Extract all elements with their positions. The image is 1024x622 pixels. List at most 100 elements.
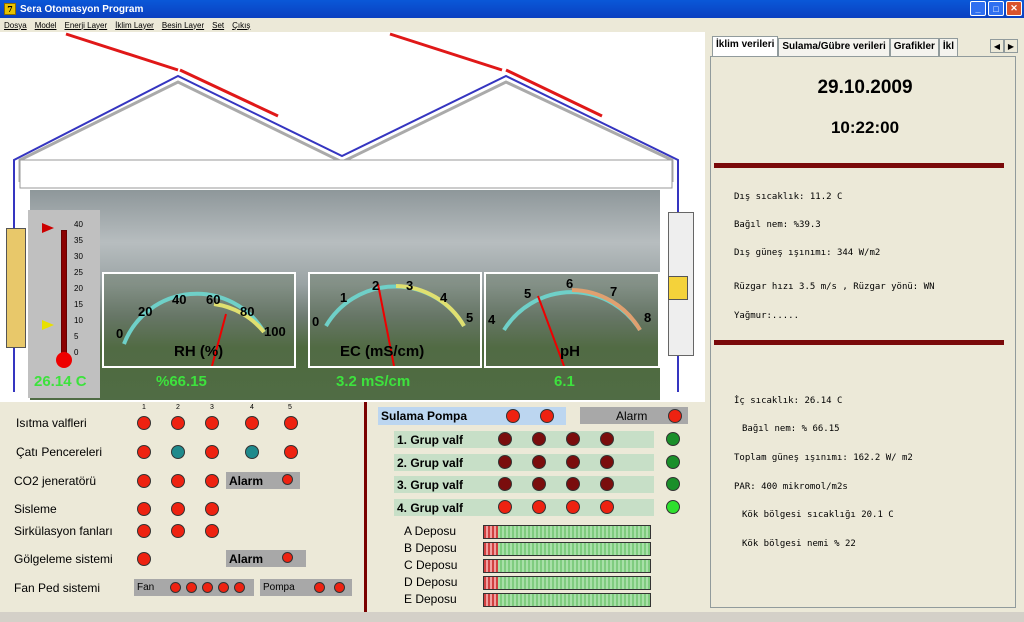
fan-group: Fan (134, 579, 254, 596)
roof-window-3-led[interactable] (205, 445, 219, 459)
actuator-panel: 1 2 3 4 5 Isıtma valfleri Çatı Pencerele… (4, 402, 364, 612)
misting-1-led[interactable] (137, 502, 151, 516)
row-label-roof-windows: Çatı Pencereleri (16, 445, 103, 459)
group3-valve-1-led[interactable] (498, 477, 512, 491)
group4-valve-2-led[interactable] (532, 500, 546, 514)
menu-besin-layer[interactable]: Besin Layer (158, 21, 208, 30)
roof-window-2-led[interactable] (171, 445, 185, 459)
ec-label: 4 (440, 290, 448, 305)
title-bar: 7 Sera Otomasyon Program _ □ ✕ (0, 0, 1024, 18)
date-display: 29.10.2009 (817, 77, 913, 98)
ph-caption: pH (560, 343, 580, 360)
tab-sulama-gubre[interactable]: Sulama/Gübre verileri (778, 38, 890, 56)
ec-gauge: 0 1 2 3 4 5 EC (mS/cm) (308, 272, 482, 368)
fan-1-led[interactable] (170, 582, 181, 593)
column-number: 4 (250, 404, 254, 411)
group1-valve-1-led[interactable] (498, 432, 512, 446)
tank-label: B Deposu (404, 541, 457, 555)
menu-cikis[interactable]: Çıkış (228, 21, 254, 30)
tank-a-level-bar (483, 525, 651, 539)
menu-iklim-layer[interactable]: İklim Layer (111, 21, 158, 30)
setpoint-marker-icon (42, 320, 54, 330)
fan-group-label: Fan (137, 582, 155, 593)
temp-tick: 35 (74, 236, 83, 245)
co2-alarm: Alarm (226, 472, 300, 489)
fan-3-led[interactable] (202, 582, 213, 593)
heating-valve-2-led[interactable] (171, 416, 185, 430)
group2-valve-3-led[interactable] (566, 455, 580, 469)
close-button[interactable]: ✕ (1006, 1, 1022, 16)
shading-led[interactable] (137, 552, 151, 566)
row-label-fan-pad: Fan Ped sistemi (14, 581, 101, 595)
greenhouse-view: 40 35 30 25 20 15 10 5 0 0 20 40 60 80 1… (0, 32, 705, 402)
tank-b-level-bar (483, 542, 651, 556)
column-number: 5 (288, 404, 292, 411)
heating-valve-1-led[interactable] (137, 416, 151, 430)
co2-alarm-led (282, 474, 293, 485)
group1-valve-2-led[interactable] (532, 432, 546, 446)
menu-enerji-layer[interactable]: Enerji Layer (60, 21, 111, 30)
tab-grafikler[interactable]: Grafikler (889, 38, 939, 56)
misting-2-led[interactable] (171, 502, 185, 516)
group2-valve-4-led[interactable] (600, 455, 614, 469)
roof-window-5-led[interactable] (284, 445, 298, 459)
fan-2-led[interactable] (186, 582, 197, 593)
thermometer-panel: 40 35 30 25 20 15 10 5 0 (28, 210, 100, 398)
minimize-button[interactable]: _ (970, 1, 986, 16)
fan-4-led[interactable] (218, 582, 229, 593)
heating-valve-3-led[interactable] (205, 416, 219, 430)
group3-valve-4-led[interactable] (600, 477, 614, 491)
tab-iklim-verileri[interactable]: İklim verileri (712, 36, 779, 56)
tab-ikl[interactable]: İkl (938, 38, 959, 56)
group-valve-row: 4. Grup valf (394, 499, 654, 516)
irrigation-pump-label: Sulama Pompa (381, 409, 468, 423)
ph-label: 5 (524, 286, 532, 301)
group4-valve-3-led[interactable] (566, 500, 580, 514)
heating-valve-5-led[interactable] (284, 416, 298, 430)
group2-valve-2-led[interactable] (532, 455, 546, 469)
max-marker-icon (42, 223, 54, 233)
pad-pump-1-led[interactable] (314, 582, 325, 593)
roof-window-1-led[interactable] (137, 445, 151, 459)
data-panel: İklim verileri Sulama/Gübre verileri Gra… (706, 32, 1024, 612)
misting-3-led[interactable] (205, 502, 219, 516)
tank-d-level-bar (483, 576, 651, 590)
ph-label: 6 (566, 276, 574, 291)
outside-humidity: Bağıl nem: %39.3 (734, 220, 821, 230)
group1-valve-3-led[interactable] (566, 432, 580, 446)
rh-caption: RH (%) (174, 343, 224, 360)
wind-info: Rüzgar hızı 3.5 m/s , Rüzgar yönü: WN (734, 282, 935, 292)
group3-valve-2-led[interactable] (532, 477, 546, 491)
co2-1-led[interactable] (137, 474, 151, 488)
group3-valve-3-led[interactable] (566, 477, 580, 491)
pump-group: Pompa (260, 579, 352, 596)
circulation-fan-2-led[interactable] (171, 524, 185, 538)
group4-valve-4-led[interactable] (600, 500, 614, 514)
menu-dosya[interactable]: Dosya (0, 21, 31, 30)
tab-scroll-left-icon[interactable]: ◀ (990, 39, 1004, 53)
menu-set[interactable]: Set (208, 21, 228, 30)
group1-valve-4-led[interactable] (600, 432, 614, 446)
circulation-fan-1-led[interactable] (137, 524, 151, 538)
circulation-fan-3-led[interactable] (205, 524, 219, 538)
group4-valve-1-led[interactable] (498, 500, 512, 514)
rh-gauge: 0 20 40 60 80 100 RH (%) (102, 272, 296, 368)
group3-status-led (666, 477, 680, 491)
fan-5-led[interactable] (234, 582, 245, 593)
irrigation-pump-1-led[interactable] (506, 409, 520, 423)
menu-model[interactable]: Model (31, 21, 61, 30)
rh-label: 60 (206, 292, 221, 307)
irrigation-alarm: Alarm (580, 407, 688, 424)
shading-alarm-label: Alarm (229, 551, 264, 566)
pad-pump-2-led[interactable] (334, 582, 345, 593)
ec-caption: EC (mS/cm) (340, 343, 425, 360)
tab-scroll-right-icon[interactable]: ▶ (1004, 39, 1018, 53)
maximize-button[interactable]: □ (988, 1, 1004, 16)
heating-valve-4-led[interactable] (245, 416, 259, 430)
group2-valve-1-led[interactable] (498, 455, 512, 469)
irrigation-pump-2-led[interactable] (540, 409, 554, 423)
roof-window-4-led[interactable] (245, 445, 259, 459)
separator-line (714, 340, 1004, 345)
co2-2-led[interactable] (171, 474, 185, 488)
co2-3-led[interactable] (205, 474, 219, 488)
